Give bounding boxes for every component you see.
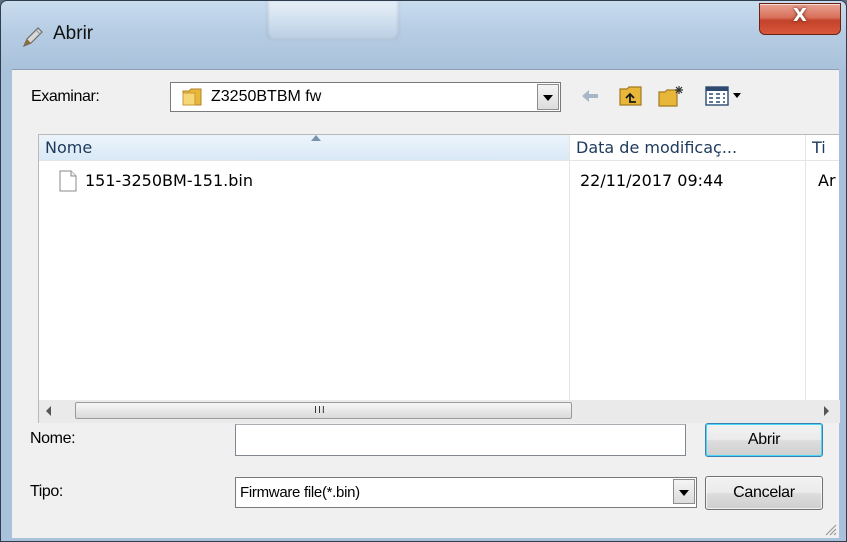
view-menu-icon[interactable] <box>704 84 744 108</box>
dialog-body: Examinar: Z3250BTBM fw Nome Data de modi… <box>12 69 840 538</box>
column-header-label: Nome <box>45 138 93 157</box>
open-file-dialog: Abrir X Examinar: Z3250BTBM fw Nome Data… <box>0 0 847 542</box>
file-name: 151-3250BM-151.bin <box>85 171 253 190</box>
sort-ascending-icon <box>311 135 321 141</box>
file-name-input[interactable] <box>235 424 686 456</box>
scrollbar-thumb[interactable]: III <box>75 402 572 419</box>
pen-icon <box>22 27 43 48</box>
look-in-combo[interactable]: Z3250BTBM fw <box>170 82 561 112</box>
file-list[interactable]: Nome Data de modificaç... Ti 151-3250BM-… <box>38 134 839 401</box>
back-arrow-icon[interactable] <box>579 84 601 108</box>
file-name-label: Nome: <box>30 430 76 447</box>
file-type-combo[interactable]: Firmware file(*.bin) <box>235 477 697 508</box>
file-icon <box>59 170 77 192</box>
list-item[interactable]: 151-3250BM-151.bin <box>59 170 579 196</box>
up-folder-icon[interactable] <box>618 84 644 108</box>
close-icon: X <box>793 5 807 26</box>
file-type: Ar <box>818 171 836 190</box>
column-header-label: Ti <box>812 138 826 157</box>
scroll-left-icon[interactable] <box>46 406 51 416</box>
window-title: Abrir <box>53 23 94 44</box>
title-bar[interactable]: Abrir X <box>1 1 846 69</box>
look-in-value: Z3250BTBM fw <box>211 88 322 105</box>
file-date: 22/11/2017 09:44 <box>580 171 724 190</box>
new-folder-icon[interactable] <box>657 84 685 108</box>
open-button[interactable]: Abrir <box>705 423 823 457</box>
scroll-right-icon[interactable] <box>824 406 829 416</box>
cancel-button[interactable]: Cancelar <box>705 476 823 510</box>
column-divider <box>805 135 806 401</box>
chevron-down-icon[interactable] <box>537 84 559 110</box>
chevron-down-icon[interactable] <box>673 479 695 504</box>
resize-grip-icon[interactable] <box>823 522 837 536</box>
close-button[interactable]: X <box>759 3 841 35</box>
column-header-date[interactable]: Data de modificaç... <box>570 135 805 160</box>
horizontal-scrollbar[interactable]: III <box>38 400 840 423</box>
column-header-row: Nome Data de modificaç... Ti <box>39 135 839 161</box>
file-type-value: Firmware file(*.bin) <box>240 484 360 501</box>
folder-icon <box>182 88 202 106</box>
scrollbar-grip: III <box>314 405 326 416</box>
file-type-label: Tipo: <box>30 483 63 500</box>
column-header-label: Data de modificaç... <box>576 138 738 157</box>
look-in-label: Examinar: <box>31 88 100 105</box>
column-header-name[interactable]: Nome <box>39 135 569 160</box>
column-header-type[interactable]: Ti <box>806 135 840 160</box>
background-window-button <box>267 1 399 40</box>
